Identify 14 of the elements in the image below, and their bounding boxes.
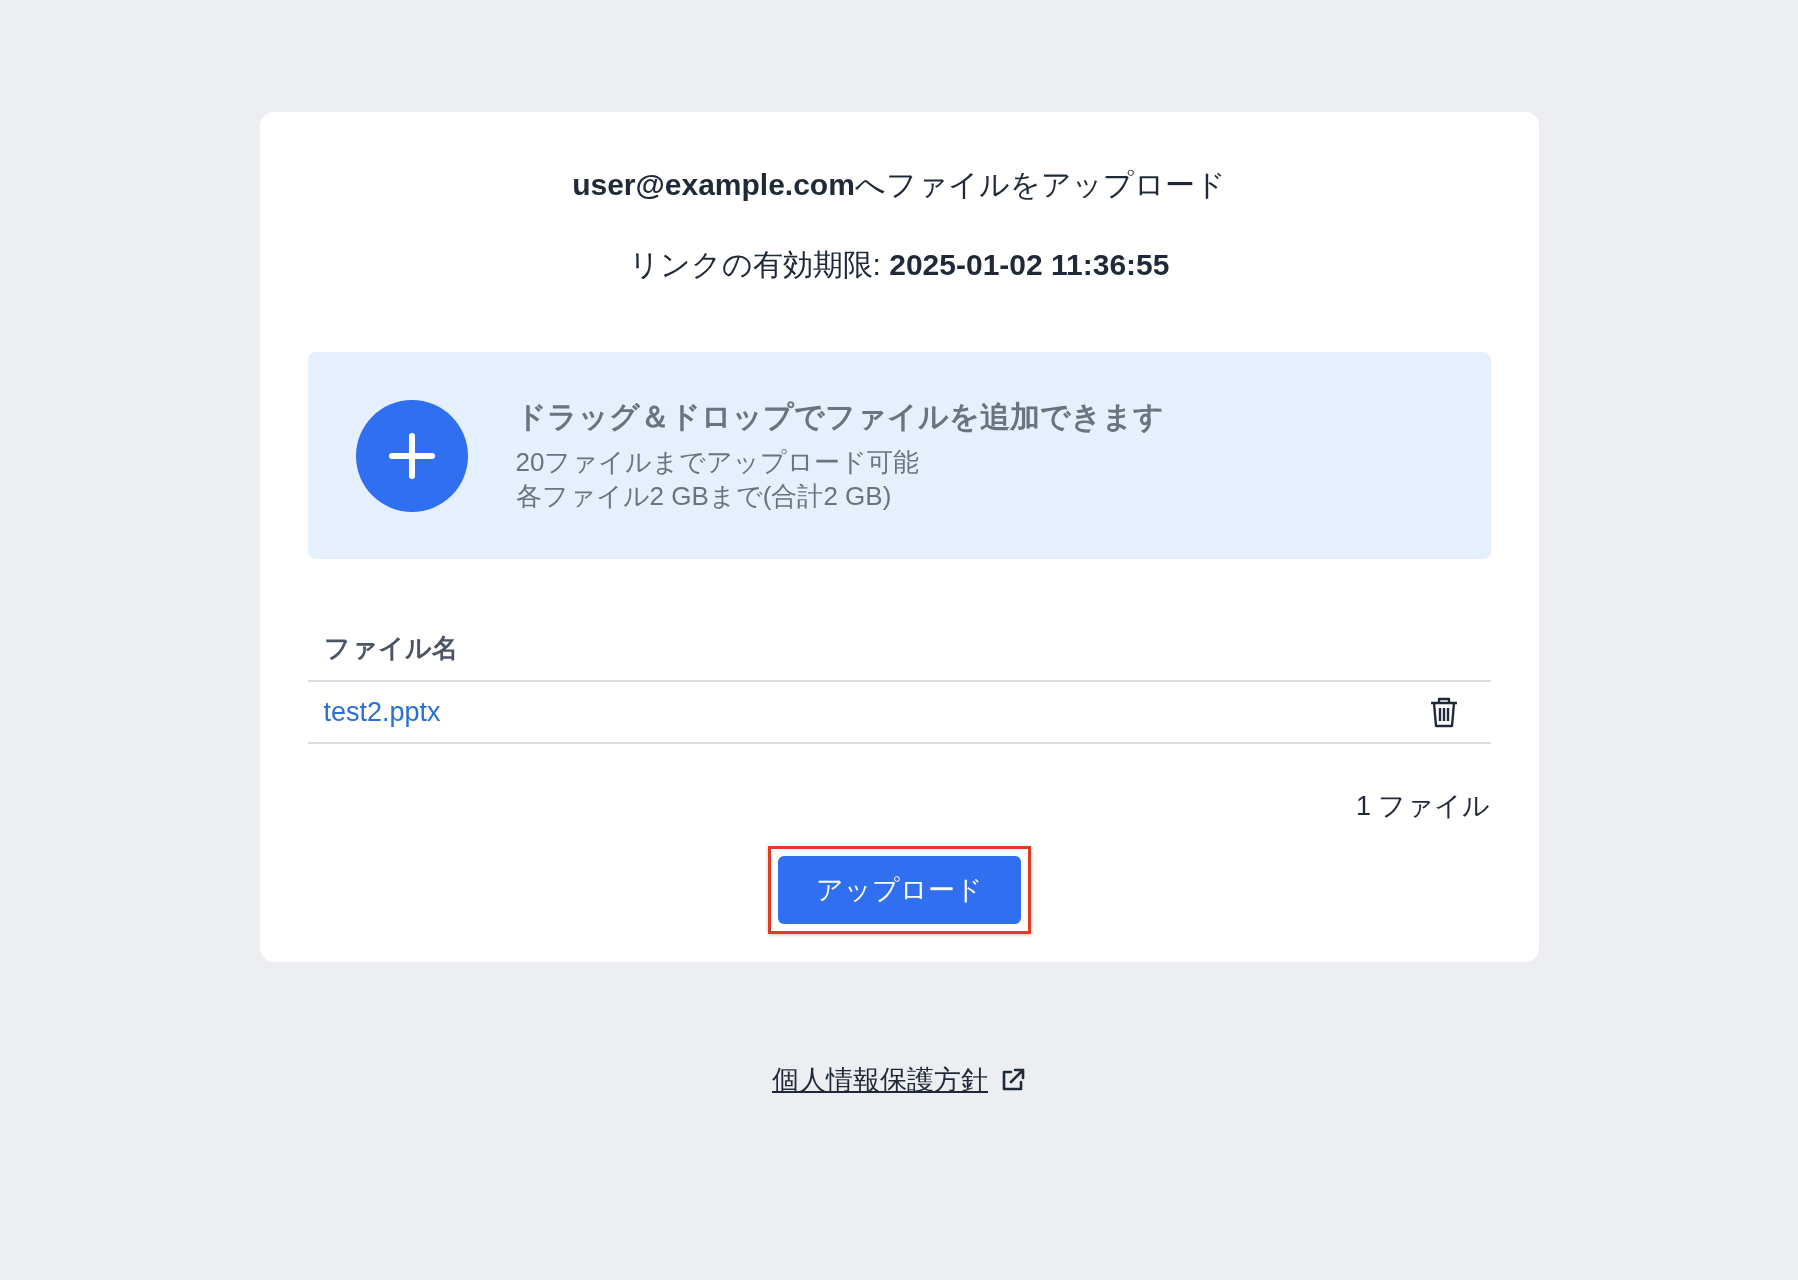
upload-button[interactable]: アップロード (777, 856, 1021, 924)
add-icon[interactable] (355, 399, 468, 512)
upload-limit-text: 各ファイル2 GBまで(合計2 GB) (515, 480, 893, 513)
drop-zone[interactable]: ドラッグ＆ドロップでファイルを追加できます 20ファイルまでアップロード可能 各ファイル2 GBまで(合計2 GB) (307, 352, 1491, 559)
file-count: 1 ファイル (1354, 790, 1491, 823)
column-header: ファイル名 (307, 625, 1491, 682)
upload-limit-text: 20ファイルまでアップロード可能 (515, 446, 921, 480)
privacy-policy-link[interactable]: 個人情報保護方針 (772, 1062, 988, 1098)
link-expiry: リンクの有効期限: 2025-01-02 11:36:55 (627, 247, 1171, 283)
drop-heading: ドラッグ＆ドロップでファイルを追加できます (515, 399, 1164, 436)
trash-icon[interactable] (1428, 696, 1459, 728)
upload-title: user@example.comへファイルをアップロード (571, 167, 1227, 203)
external-link-icon[interactable] (1000, 1067, 1026, 1093)
file-name[interactable]: test2.pptx (323, 696, 441, 728)
